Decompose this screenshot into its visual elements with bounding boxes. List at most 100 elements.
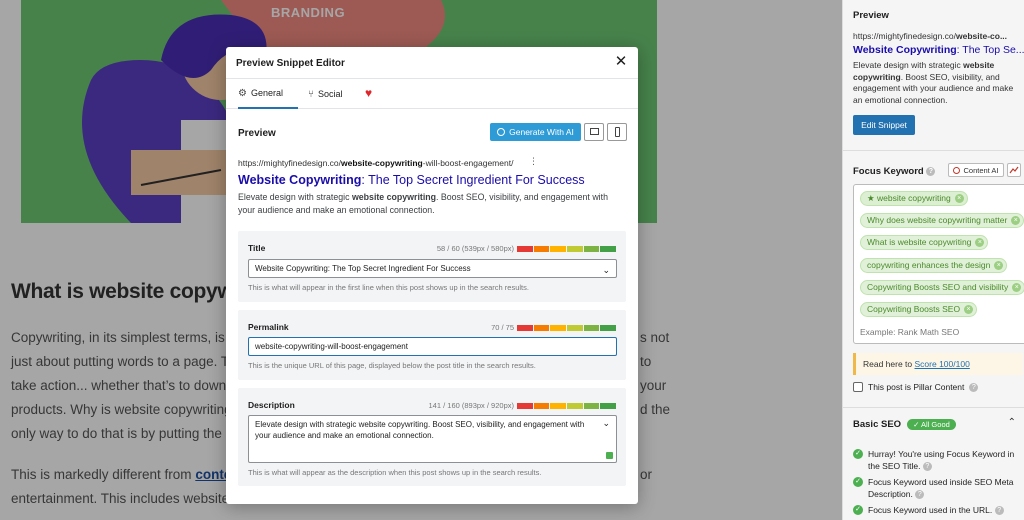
keyword-tag[interactable]: copywriting enhances the design × [860,258,1008,273]
meter-segment [550,403,567,409]
content-ai-icon [953,166,961,174]
description-field-group: Description 141 / 160 (893px / 920px) El… [238,388,626,486]
help-icon[interactable]: ? [926,166,936,176]
keyword-tag[interactable]: Why does website copywriting matter × [860,213,1024,228]
trends-button[interactable] [1007,163,1021,177]
meter-segment [533,246,550,252]
title-help-text: This is what will appear in the first li… [248,283,529,292]
meter-segment [600,403,617,409]
title-char-count: 58 / 60 (539px / 580px) [436,244,514,253]
sidebar-preview-label: Preview [853,10,889,21]
mobile-preview-button[interactable] [607,123,627,141]
meter-segment [517,246,533,252]
description-length-meter [517,403,617,409]
meter-segment [583,246,600,252]
modal-title: Preview Snippet Editor [236,58,345,69]
trend-chart-icon [1009,166,1019,174]
help-icon[interactable]: ? [969,382,979,392]
snippet-description: Elevate design with strategic website co… [238,192,608,215]
title-length-meter [517,246,617,252]
tab-general[interactable]: ⚙ General [238,79,298,109]
remove-keyword-icon[interactable]: × [1012,283,1022,292]
score-notice: Read here to Score 100/100 [853,353,1023,375]
title-input[interactable]: Website Copywriting: The Top Secret Ingr… [248,259,617,278]
chevron-down-icon[interactable]: ⌄ [602,418,610,429]
modal-tabs: ⚙ General ⑂ Social ♥ [226,79,638,109]
gear-icon: ⚙ [238,87,247,99]
more-vertical-icon[interactable]: ⋮ [529,156,538,167]
meter-segment [567,325,583,331]
check-icon: ✓ [853,477,863,487]
content-ai-button[interactable]: Content AI [948,163,1004,177]
share-icon: ⑂ [308,88,314,100]
chevron-down-icon[interactable]: ⌄ [602,262,610,277]
seo-check-item: ✓ Focus Keyword used in the URL. ? [853,504,1018,516]
permalink-char-count: 70 / 75 [491,323,514,332]
ai-icon [497,128,506,136]
remove-keyword-icon[interactable]: × [954,194,964,203]
close-icon[interactable]: ✕ [614,54,628,69]
score-link[interactable]: Score 100/100 [915,359,970,369]
remove-keyword-icon[interactable]: × [994,261,1004,270]
heart-icon[interactable]: ♥ [365,86,372,100]
remove-keyword-icon[interactable]: × [964,305,974,314]
tab-social[interactable]: ⑂ Social [308,79,353,109]
meter-segment [583,325,600,331]
help-icon[interactable]: ? [922,462,932,472]
mobile-icon [615,127,620,137]
keyword-tag[interactable]: What is website copywriting × [860,235,989,250]
meter-segment [517,325,533,331]
sidebar-snippet-title: Website Copywriting: The Top Se... [853,44,1024,56]
resize-handle-icon[interactable] [606,452,613,459]
meter-segment [550,325,567,331]
permalink-input[interactable]: website-copywriting-will-boost-engagemen… [248,337,617,356]
meter-segment [567,403,583,409]
basic-seo-header[interactable]: Basic SEO ✓ All Good [853,419,956,430]
description-textarea[interactable]: Elevate design with strategic website co… [248,415,617,463]
description-char-count: 141 / 160 (893px / 920px) [428,401,514,410]
help-icon[interactable]: ? [915,490,925,500]
meter-segment [583,403,600,409]
snippet-title: Website Copywriting: The Top Secret Ingr… [238,173,585,187]
meter-segment [550,246,567,252]
all-good-badge: ✓ All Good [907,419,956,430]
help-icon[interactable]: ? [994,506,1004,516]
check-icon: ✓ [853,505,863,515]
sidebar-snippet-description: Elevate design with strategic website co… [853,60,1014,105]
seo-check-item: ✓ Focus Keyword used inside SEO Meta Desc… [853,476,1018,500]
meter-segment [600,246,617,252]
snippet-url: https://mightyfinedesign.co/website-copy… [238,158,514,168]
focus-keyword-label: Focus Keyword ? [853,166,936,177]
pillar-content-option[interactable]: This post is Pillar Content ? [853,382,979,392]
chevron-up-icon[interactable]: ⌃ [1008,417,1016,428]
edit-snippet-button[interactable]: Edit Snippet [853,115,915,135]
meter-segment [533,325,550,331]
desktop-preview-button[interactable] [584,123,604,141]
keyword-tag-primary[interactable]: ★ website copywriting × [860,191,968,206]
seo-check-item: ✓ Hurray! You're using Focus Keyword in t… [853,448,1018,472]
description-label: Description [248,400,295,410]
sidebar-divider [843,407,1024,408]
keyword-tag[interactable]: Copywriting Boosts SEO × [860,302,978,317]
generate-with-ai-button[interactable]: Generate With AI [490,123,581,141]
pillar-content-checkbox[interactable] [853,382,863,392]
permalink-label: Permalink [248,322,289,332]
sidebar-snippet-url: https://mightyfinedesign.co/website-co..… [853,31,1008,41]
meter-segment [567,246,583,252]
description-help-text: This is what will appear as the descript… [248,468,542,477]
rank-math-sidebar: Preview https://mightyfinedesign.co/webs… [842,0,1024,520]
preview-snippet-editor-modal: Preview Snippet Editor ✕ ⚙ General ⑂ Soc… [226,47,638,504]
keyword-tag[interactable]: Copywriting Boosts SEO and visibility × [860,280,1024,295]
focus-keyword-input[interactable]: ★ website copywriting × Why does website … [853,184,1024,344]
permalink-length-meter [517,325,617,331]
permalink-field-group: Permalink 70 / 75 website-copywriting-wi… [238,310,626,380]
meter-segment [600,325,617,331]
modal-header: Preview Snippet Editor ✕ [226,47,638,79]
title-label: Title [248,243,266,253]
remove-keyword-icon[interactable]: × [1011,216,1021,225]
star-icon: ★ [867,193,877,203]
remove-keyword-icon[interactable]: × [975,238,985,247]
desktop-icon [590,128,599,135]
title-field-group: Title 58 / 60 (539px / 580px) Website Co… [238,231,626,302]
check-icon: ✓ [853,449,863,459]
